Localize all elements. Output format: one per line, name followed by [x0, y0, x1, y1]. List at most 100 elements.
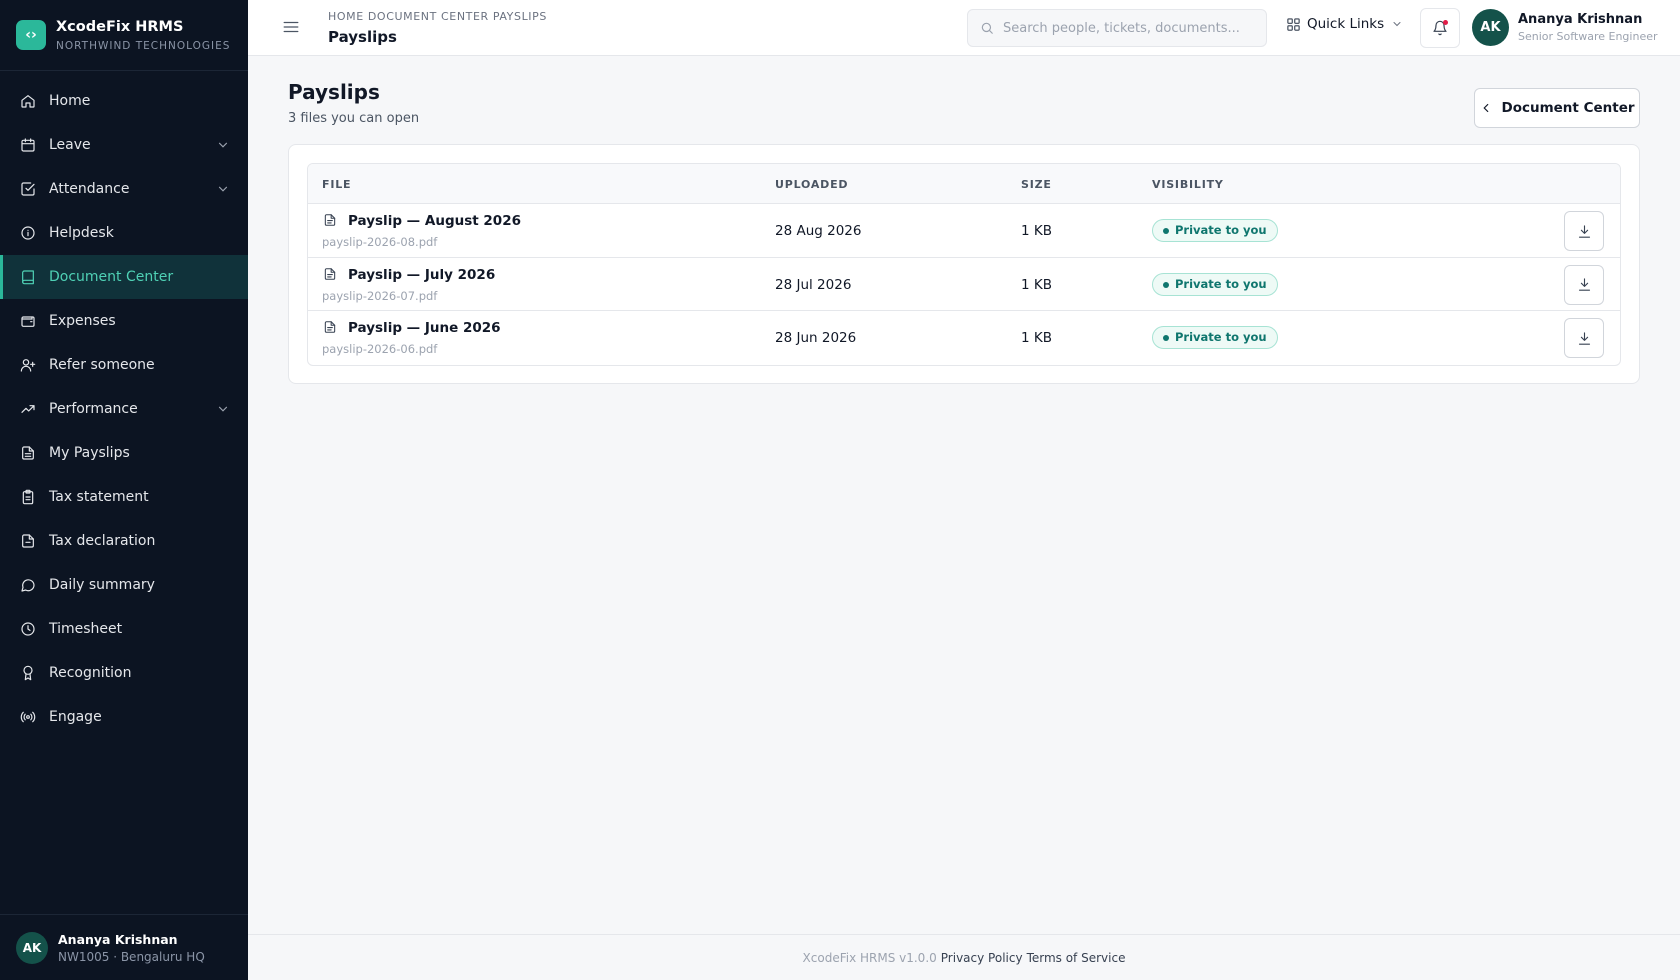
header-user-role: Senior Software Engineer [1518, 30, 1658, 43]
search-input[interactable] [1003, 20, 1253, 36]
sidebar-item-label: Document Center [49, 269, 174, 285]
sidebar-item-helpdesk[interactable]: Helpdesk [0, 211, 248, 255]
visibility-badge: Private to you [1152, 326, 1278, 349]
notification-dot [1443, 20, 1448, 25]
sidebar-item-label: Refer someone [49, 357, 155, 373]
sidebar-item-label: Attendance [49, 181, 130, 197]
visibility-badge: Private to you [1152, 272, 1278, 296]
document-icon [324, 321, 336, 333]
column-header-visibility: VISIBILITY [1152, 178, 1224, 191]
table-row[interactable]: Payslip — June 2026 payslip-2026-06.pdf … [308, 311, 1620, 365]
sidebar-user-meta: NW1005 · Bengaluru HQ [58, 949, 205, 964]
sidebar-item-label: Tax declaration [49, 533, 156, 549]
chevron-down-icon [1393, 22, 1401, 27]
info-icon [20, 225, 36, 241]
sidebar-user[interactable]: AK Ananya Krishnan NW1005 · Bengaluru HQ [0, 914, 248, 980]
message-circle-icon [20, 577, 36, 593]
brand-logo-icon: ‹› [16, 20, 46, 50]
download-icon [1578, 224, 1590, 238]
table-row[interactable]: Payslip — August 2026 payslip-2026-08.pd… [308, 204, 1620, 258]
sidebar-item-leave[interactable]: Leave [0, 123, 248, 167]
brand-org: NORTHWIND TECHNOLOGIES [56, 39, 231, 52]
sidebar-nav: Home Leave Attendance Helpdesk Document … [0, 71, 248, 739]
chevron-down-icon [218, 406, 228, 412]
sidebar-item-label: Home [49, 93, 91, 109]
footer-version: XcodeFix HRMS v1.0.0 [802, 950, 937, 965]
file-icon [20, 533, 36, 549]
sidebar-item-label: My Payslips [49, 445, 130, 461]
sidebar-item-label: Performance [49, 401, 138, 417]
radio-icon [20, 709, 36, 725]
terms-of-service-link[interactable]: Terms of Service [1027, 951, 1126, 965]
download-icon [1578, 278, 1590, 291]
column-header-size: SIZE [1021, 178, 1052, 191]
uploaded-date: 28 Jun 2026 [775, 330, 857, 346]
page-subtitle: 3 files you can open [288, 111, 420, 126]
home-icon [20, 93, 36, 109]
sidebar-item-refer-someone[interactable]: Refer someone [0, 343, 248, 387]
document-icon [324, 267, 336, 280]
book-icon [20, 269, 36, 285]
search-box [967, 9, 1267, 47]
file-name[interactable]: Payslip — July 2026 [348, 267, 495, 283]
sidebar-item-tax-statement[interactable]: Tax statement [0, 475, 248, 519]
download-button[interactable] [1564, 318, 1604, 358]
chevron-down-icon [218, 142, 228, 148]
table-row[interactable]: Payslip — July 2026 payslip-2026-07.pdf … [308, 258, 1620, 311]
header-title: Payslips [328, 28, 397, 46]
privacy-policy-link[interactable]: Privacy Policy [941, 951, 1023, 965]
user-menu[interactable]: AK Ananya Krishnan Senior Software Engin… [1472, 9, 1658, 46]
payslips-card: FILE UPLOADED SIZE VISIBILITY Payslip — … [288, 144, 1640, 384]
sidebar-item-expenses[interactable]: Expenses [0, 299, 248, 343]
sidebar-item-engage[interactable]: Engage [0, 695, 248, 739]
wallet-icon [20, 313, 36, 329]
file-name[interactable]: Payslip — August 2026 [348, 213, 521, 229]
user-plus-icon [20, 357, 36, 373]
payslips-table: FILE UPLOADED SIZE VISIBILITY Payslip — … [307, 163, 1621, 366]
sidebar-item-label: Recognition [49, 665, 132, 681]
notifications-button[interactable] [1420, 8, 1460, 48]
visibility-badge: Private to you [1152, 219, 1278, 242]
uploaded-date: 28 Aug 2026 [775, 223, 862, 239]
search-icon [981, 22, 993, 34]
file-size: 1 KB [1021, 276, 1052, 293]
table-header: FILE UPLOADED SIZE VISIBILITY [308, 164, 1620, 204]
sidebar-item-timesheet[interactable]: Timesheet [0, 607, 248, 651]
brand-name: XcodeFix HRMS [56, 18, 184, 35]
file-text-icon [20, 445, 36, 461]
download-button[interactable] [1564, 211, 1604, 251]
quick-links-button[interactable]: Quick Links [1286, 16, 1403, 32]
sidebar-item-label: Leave [49, 137, 91, 153]
sidebar-item-my-payslips[interactable]: My Payslips [0, 431, 248, 475]
sidebar-item-home[interactable]: Home [0, 79, 248, 123]
check-square-icon [20, 181, 36, 197]
sidebar-item-label: Tax statement [49, 489, 149, 505]
sidebar-item-tax-declaration[interactable]: Tax declaration [0, 519, 248, 563]
sidebar-item-performance[interactable]: Performance [0, 387, 248, 431]
grid-icon [1287, 17, 1300, 31]
sidebar-item-label: Daily summary [49, 577, 155, 593]
sidebar-item-document-center[interactable]: Document Center [0, 255, 248, 299]
back-button-label: Document Center [1501, 100, 1635, 116]
sidebar-item-daily-summary[interactable]: Daily summary [0, 563, 248, 607]
back-to-document-center-button[interactable]: Document Center [1474, 88, 1640, 128]
file-size: 1 KB [1021, 330, 1052, 346]
hamburger-menu-icon[interactable] [282, 18, 300, 36]
award-icon [20, 665, 36, 681]
file-path: payslip-2026-07.pdf [322, 288, 438, 303]
chevron-left-icon [1483, 103, 1489, 113]
brand: ‹› XcodeFix HRMS NORTHWIND TECHNOLOGIES [0, 0, 248, 71]
download-button[interactable] [1564, 264, 1604, 305]
column-header-file: FILE [322, 178, 352, 191]
download-icon [1578, 331, 1590, 345]
quick-links-label: Quick Links [1307, 16, 1385, 32]
document-icon [324, 214, 336, 226]
file-name[interactable]: Payslip — June 2026 [348, 320, 501, 336]
sidebar-item-attendance[interactable]: Attendance [0, 167, 248, 211]
calendar-icon [20, 137, 36, 153]
trending-up-icon [20, 401, 36, 417]
sidebar-item-label: Engage [49, 709, 102, 725]
sidebar-item-recognition[interactable]: Recognition [0, 651, 248, 695]
sidebar-item-label: Expenses [49, 313, 116, 329]
top-header: HOME DOCUMENT CENTER PAYSLIPS Payslips Q… [248, 0, 1680, 56]
